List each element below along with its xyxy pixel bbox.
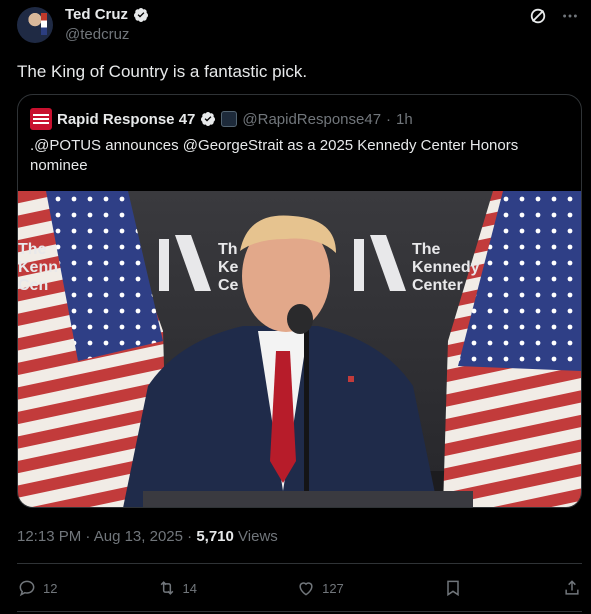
more-icon[interactable]	[561, 7, 579, 25]
backdrop-text-left-3: Cen	[18, 277, 48, 294]
reply-count: 12	[43, 580, 58, 596]
tweet-date[interactable]: Aug 13, 2025	[94, 528, 183, 545]
quote-display-name[interactable]: Rapid Response 47	[57, 111, 195, 128]
author-handle[interactable]: @tedcruz	[65, 26, 129, 43]
repost-icon	[160, 581, 173, 595]
like-button[interactable]: 127	[296, 578, 344, 598]
bookmark-icon	[447, 580, 459, 597]
bookmark-button[interactable]	[443, 578, 463, 598]
backdrop-text-mid-2: Ke	[218, 259, 239, 276]
repost-button[interactable]: 14	[157, 578, 197, 598]
backdrop-text-left-2: Kenn	[18, 259, 58, 276]
share-button[interactable]	[562, 578, 582, 598]
author-display-name[interactable]: Ted Cruz	[65, 6, 128, 23]
tweet-text: The King of Country is a fantastic pick.	[17, 62, 308, 81]
backdrop-text-mid-3: Ce	[218, 277, 239, 294]
quote-text: .@POTUS announces @GeorgeStrait as a 202…	[30, 137, 519, 174]
backdrop-text-right-2: Kennedy	[412, 259, 480, 276]
meta-separator: ·	[85, 528, 91, 545]
tweet-top-icons	[529, 7, 579, 25]
tweet-meta: 12:13 PM · Aug 13, 2025 · 5,710 Views	[17, 528, 278, 545]
meta-separator-2: ·	[187, 528, 193, 545]
backdrop-text-right-1: The	[412, 241, 441, 258]
verified-badge-icon	[134, 7, 149, 22]
author-name-row: Ted Cruz	[65, 6, 149, 23]
quote-video-media[interactable]: The Kenn Cen Th Ke Ce The Kennedy Center	[18, 191, 581, 507]
views-label: Views	[238, 528, 278, 545]
backdrop-text-mid-1: Th	[218, 241, 238, 258]
backdrop-text-right-3: Center	[412, 277, 463, 294]
quoted-tweet-card[interactable]: Rapid Response 47 @RapidResponse47 · 1h …	[17, 94, 582, 508]
share-icon	[565, 580, 579, 595]
press-event-image: The Kenn Cen Th Ke Ce The Kennedy Center	[18, 191, 581, 507]
tweet-actions: 12 14 127	[17, 574, 582, 602]
author-avatar[interactable]	[17, 7, 53, 43]
quote-time[interactable]: 1h	[396, 111, 413, 128]
quote-header: Rapid Response 47 @RapidResponse47 · 1h	[30, 108, 413, 130]
verified-badge-icon	[201, 112, 216, 126]
reply-button[interactable]: 12	[17, 578, 57, 598]
tweet-time[interactable]: 12:13 PM	[17, 528, 81, 545]
quote-handle[interactable]: @RapidResponse47	[242, 111, 381, 128]
repost-count: 14	[182, 580, 198, 596]
heart-icon	[299, 582, 313, 596]
divider-bottom	[17, 611, 582, 612]
backdrop-text-left-1: The	[18, 241, 47, 258]
like-count: 127	[322, 580, 344, 596]
grok-icon[interactable]	[529, 7, 547, 25]
views-count: 5,710	[196, 528, 234, 545]
divider-top	[17, 563, 582, 564]
reply-icon	[19, 580, 35, 597]
quote-separator: ·	[386, 110, 392, 128]
affiliation-badge-icon	[221, 111, 238, 127]
quote-avatar[interactable]	[30, 108, 52, 130]
